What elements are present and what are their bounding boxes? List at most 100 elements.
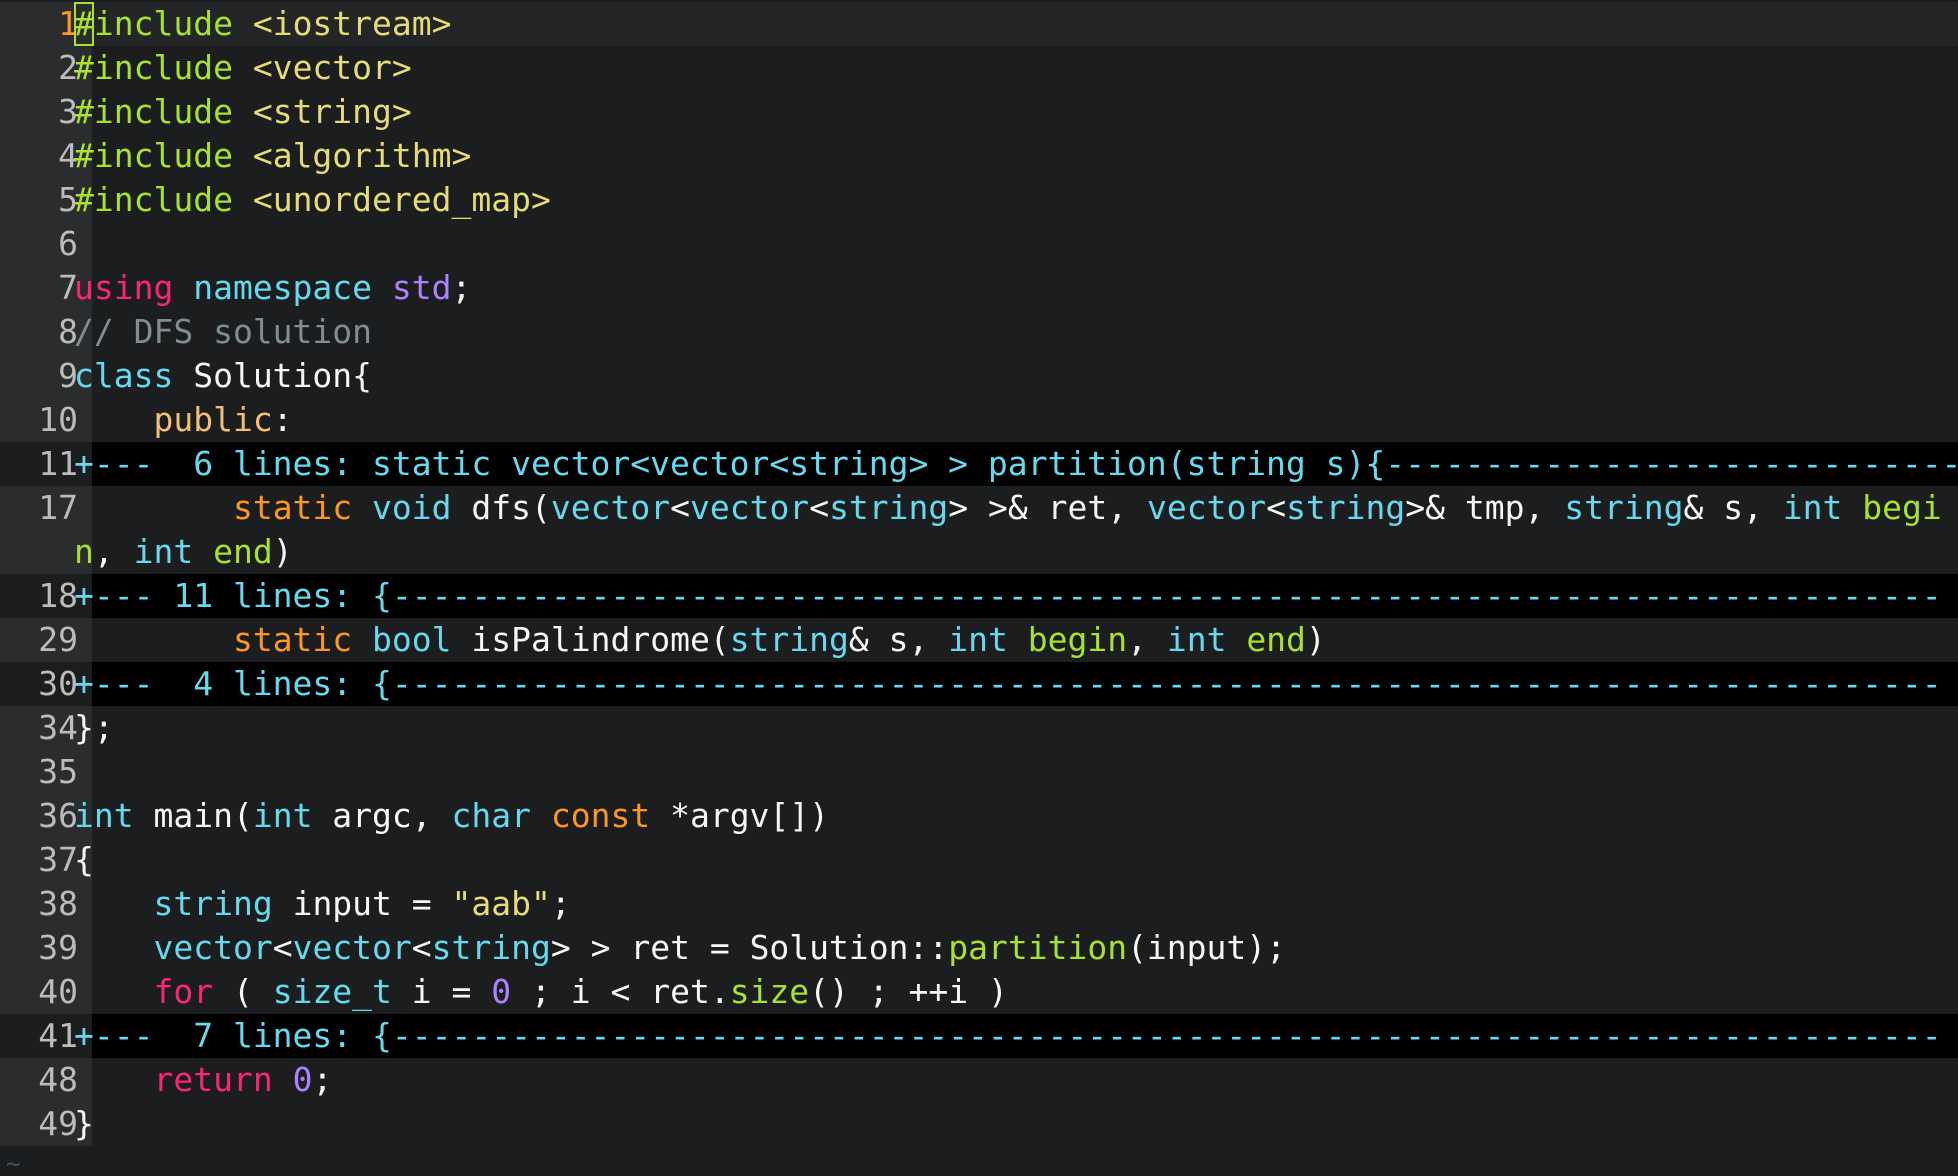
code-line[interactable]: 8// DFS solution (0, 310, 1958, 354)
code-token: < (809, 488, 830, 527)
fold-summary: +--- 7 lines: {-------------------------… (74, 1014, 1942, 1058)
code-text: n, int end) (74, 530, 293, 574)
code-line[interactable]: 36 int main(int argc, char const *argv[]) (0, 794, 1958, 838)
code-token: string (829, 488, 949, 527)
code-token: (input); (1127, 928, 1287, 967)
code-token: , (1127, 620, 1167, 659)
code-token: <unordered_map> (252, 180, 551, 219)
code-text: } (74, 1102, 94, 1146)
code-token: using (74, 268, 174, 307)
code-token: ) (272, 532, 293, 571)
code-line[interactable]: 40 for ( size_t i = 0 ; i < ret.size() ;… (0, 970, 1958, 1014)
code-token: int (133, 532, 194, 571)
code-line[interactable]: 49} (0, 1102, 1958, 1146)
code-line[interactable]: 39 vector<vector<string> > ret = Solutio… (0, 926, 1958, 970)
folded-code-line[interactable]: 18 +--- 11 lines: {----------------------… (0, 574, 1958, 618)
folded-code-line[interactable]: 41 +--- 7 lines: {-----------------------… (0, 1014, 1958, 1058)
code-text: }; (74, 706, 114, 750)
code-line[interactable]: 29 static bool isPalindrome(string& s, i… (0, 618, 1958, 662)
code-token: size (729, 972, 810, 1011)
code-token: string (431, 928, 551, 967)
code-line[interactable]: 2 #include <vector> (0, 46, 1958, 90)
code-line[interactable]: 4 #include <algorithm> (0, 134, 1958, 178)
code-editor[interactable]: 1 #include <iostream> 2 #include <vector> 3 #… (0, 0, 1958, 1176)
code-text: static void dfs(vector<vector<string> >&… (74, 486, 1942, 530)
code-token: char (451, 796, 531, 835)
code-text: string input = "aab"; (74, 882, 570, 926)
code-token: string (729, 620, 849, 659)
code-token: int (252, 796, 313, 835)
code-token: void (372, 488, 452, 527)
code-line[interactable]: 38 string input = "aab"; (0, 882, 1958, 926)
code-token: ( (213, 972, 273, 1011)
code-token: vector (292, 928, 412, 967)
code-token: < (411, 928, 432, 967)
code-text: #include <vector> (74, 46, 412, 90)
line-number: 35 (0, 750, 92, 794)
code-token: ) (1305, 620, 1326, 659)
code-line[interactable]: 7 using namespace std; (0, 266, 1958, 310)
code-token: ; (451, 268, 472, 307)
code-line[interactable]: 3 #include <string> (0, 90, 1958, 134)
code-token: end (213, 532, 273, 571)
code-token: & s, (848, 620, 949, 659)
code-token: < (670, 488, 690, 527)
code-token: #include (74, 136, 233, 175)
code-token: end (1246, 620, 1306, 659)
code-token: , (93, 532, 134, 571)
code-line[interactable]: 35 (0, 750, 1958, 794)
code-token: public (153, 400, 273, 439)
code-token: namespace (193, 268, 373, 307)
code-line[interactable]: 48 return 0; (0, 1058, 1958, 1102)
code-token: vector (1146, 488, 1267, 527)
code-token: n (74, 532, 94, 571)
code-token: ; i < ret. (511, 972, 730, 1011)
code-token: > >& ret, (948, 488, 1147, 527)
code-token: main( (133, 796, 253, 835)
code-token: <algorithm> (252, 136, 472, 175)
code-line[interactable]: n, int end) (0, 530, 1958, 574)
folded-code-line[interactable]: 30 +--- 4 lines: {-----------------------… (0, 662, 1958, 706)
code-line[interactable]: 17 static void dfs(vector<vector<string>… (0, 486, 1958, 530)
code-token: Solution{ (173, 356, 373, 395)
code-token: size_t (272, 972, 392, 1011)
code-line[interactable]: 9 class Solution{ (0, 354, 1958, 398)
code-token: int (74, 796, 134, 835)
code-line[interactable]: 10 public: (0, 398, 1958, 442)
code-token: begi (1862, 488, 1942, 527)
code-token: vector (689, 488, 810, 527)
code-text: int main(int argc, char const *argv[]) (74, 794, 829, 838)
code-token: <iostream> (252, 4, 452, 43)
code-line[interactable]: 1 #include <iostream> (0, 2, 1958, 46)
code-line[interactable]: 6 (0, 222, 1958, 266)
code-line[interactable]: 37{ (0, 838, 1958, 882)
code-line[interactable]: 34}; (0, 706, 1958, 750)
code-text: using namespace std; (74, 266, 471, 310)
code-line[interactable]: 5 #include <unordered_map> (0, 178, 1958, 222)
code-token: int (1782, 488, 1843, 527)
code-token: static (232, 488, 353, 527)
code-token: >& tmp, (1405, 488, 1565, 527)
code-token: for (153, 972, 214, 1011)
code-token: partition (948, 928, 1128, 967)
code-text: for ( size_t i = 0 ; i < ret.size() ; ++… (74, 970, 1007, 1014)
code-token: argc, (312, 796, 452, 835)
code-text: vector<vector<string> > ret = Solution::… (74, 926, 1286, 970)
folded-code-line[interactable]: 11 +--- 6 lines: static vector<vector<str… (0, 442, 1958, 486)
code-token: int (948, 620, 1008, 659)
code-text: public: (74, 398, 292, 442)
